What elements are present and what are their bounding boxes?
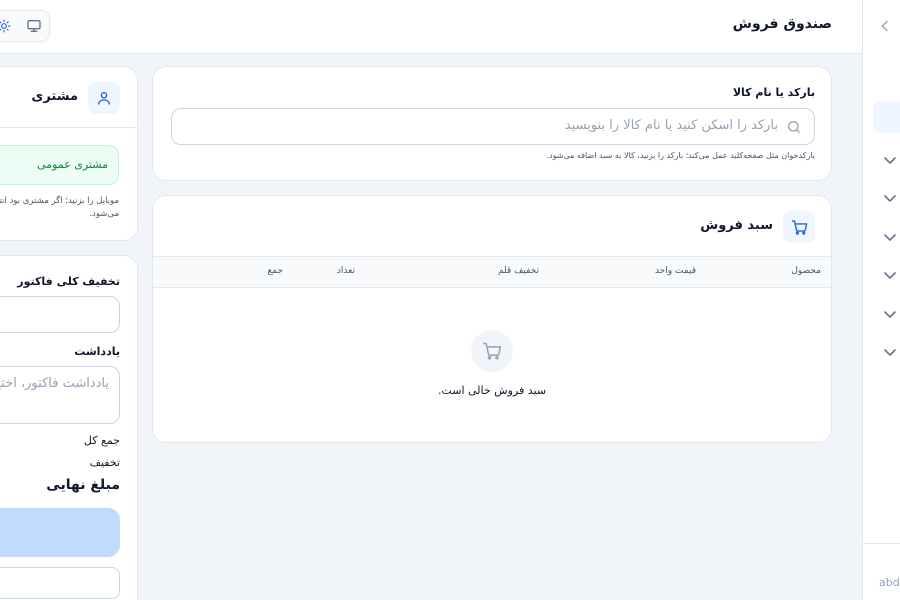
page-title: صندوق فروش bbox=[732, 16, 832, 32]
secondary-field[interactable] bbox=[0, 567, 120, 599]
customer-card: مشتری مشتری عمومی موبایل را بزنید؛ اگر م… bbox=[0, 66, 138, 241]
column-item-discount: تخفیف قلم bbox=[497, 266, 539, 276]
sidebar-user-label[interactable]: abdi bbox=[879, 576, 900, 589]
note-placeholder: یادداشت فاکتور، اختیاری bbox=[0, 376, 109, 391]
shopping-cart-icon bbox=[783, 211, 815, 243]
customer-title: مشتری bbox=[31, 89, 78, 104]
sidebar-item-active[interactable] bbox=[873, 101, 900, 133]
empty-cart-message: سبد فروش خالی است. bbox=[437, 384, 547, 397]
selected-customer[interactable]: مشتری عمومی bbox=[0, 145, 119, 185]
subtotal-label: جمع کل bbox=[83, 434, 120, 447]
chevron-down-icon[interactable] bbox=[883, 151, 897, 165]
column-product: محصول bbox=[791, 266, 821, 276]
top-header: صندوق فروش bbox=[0, 0, 862, 54]
monitor-icon[interactable] bbox=[25, 17, 43, 35]
cart-title: سبد فروش bbox=[700, 218, 773, 233]
barcode-card: بارکد یا نام کالا بارکد را اسکن کنید یا … bbox=[152, 66, 832, 181]
submit-sale-button[interactable] bbox=[0, 508, 120, 557]
cart-table-header: محصول قیمت واحد تخفیف قلم تعداد جمع bbox=[153, 256, 831, 288]
customer-hint: موبایل را بزنید؛ اگر مشتری بود انتخاب می… bbox=[0, 196, 119, 219]
column-quantity: تعداد bbox=[336, 266, 355, 276]
sidebar: abdi bbox=[862, 0, 900, 600]
sidebar-divider bbox=[863, 543, 900, 544]
user-icon bbox=[88, 82, 120, 114]
selected-customer-label: مشتری عمومی bbox=[37, 158, 108, 171]
display-mode-toggle[interactable] bbox=[0, 10, 50, 42]
chevron-down-icon[interactable] bbox=[883, 228, 897, 242]
note-label: یادداشت bbox=[74, 345, 120, 358]
barcode-placeholder: بارکد را اسکن کنید یا نام کالا را بنویسی… bbox=[564, 118, 778, 133]
barcode-input[interactable]: بارکد را اسکن کنید یا نام کالا را بنویسی… bbox=[171, 108, 815, 145]
invoice-discount-input[interactable] bbox=[0, 296, 120, 333]
cart-card: سبد فروش محصول قیمت واحد تخفیف قلم تعداد… bbox=[152, 195, 832, 443]
chevron-left-icon[interactable] bbox=[877, 18, 893, 34]
sun-icon[interactable] bbox=[0, 17, 13, 35]
customer-divider bbox=[0, 127, 137, 128]
invoice-discount-label: تخفیف کلی فاکتور bbox=[17, 275, 120, 288]
discount-line-label: تخفیف bbox=[89, 456, 120, 469]
barcode-hint: بارکدخوان مثل صفحه‌کلید عمل می‌کند؛ بارک… bbox=[546, 151, 815, 160]
chevron-down-icon[interactable] bbox=[883, 305, 897, 319]
barcode-label: بارکد یا نام کالا bbox=[732, 86, 815, 99]
chevron-down-icon[interactable] bbox=[883, 343, 897, 357]
invoice-summary-card: تخفیف کلی فاکتور یادداشت یادداشت فاکتور،… bbox=[0, 255, 138, 600]
chevron-down-icon[interactable] bbox=[883, 189, 897, 203]
note-textarea[interactable]: یادداشت فاکتور، اختیاری bbox=[0, 366, 120, 424]
column-unit-price: قیمت واحد bbox=[654, 266, 696, 276]
column-total: جمع bbox=[267, 266, 283, 276]
search-icon bbox=[786, 119, 802, 135]
chevron-down-icon[interactable] bbox=[883, 266, 897, 280]
final-amount-label: مبلغ نهایی bbox=[46, 477, 120, 493]
empty-cart-icon bbox=[471, 330, 513, 372]
